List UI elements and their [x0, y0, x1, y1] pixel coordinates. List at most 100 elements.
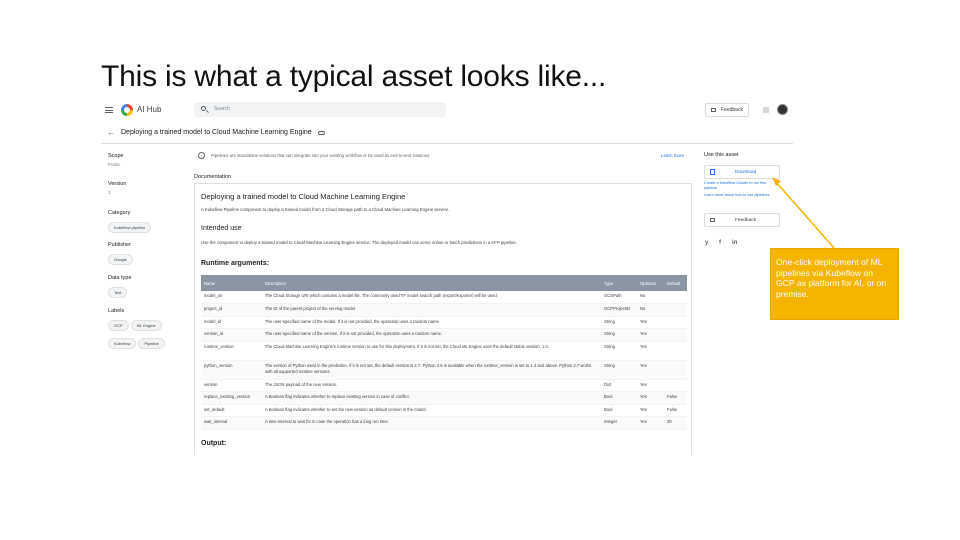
search-input[interactable]: Search — [194, 102, 446, 117]
table-row: replace_existing_version A Boolean flag … — [201, 391, 687, 405]
doc-summary: A Kubeflow Pipeline component to deploy … — [201, 207, 450, 212]
column-header: Default — [664, 275, 687, 291]
category-chip[interactable]: Kubeflow pipeline — [108, 222, 152, 233]
arg-name: model_id — [201, 316, 262, 329]
version-label: Version — [108, 181, 127, 187]
arg-name: version — [201, 379, 262, 392]
arg-optional: No — [637, 303, 664, 317]
scope-label: Scope — [108, 153, 124, 159]
documentation-label: Documentation — [194, 174, 231, 180]
arg-optional: Yes — [637, 341, 664, 361]
table-row: runtime_version The Cloud Machine Learni… — [201, 341, 687, 361]
back-arrow-icon[interactable]: ← — [107, 129, 115, 137]
arg-description: A Boolean flag indicates whether to repl… — [262, 391, 601, 405]
hamburger-menu-icon[interactable] — [105, 107, 113, 113]
ai-hub-screenshot: AI Hub Search Feedback ← Deploying a tra… — [101, 97, 793, 455]
download-icon — [710, 169, 715, 175]
breadcrumb: ← Deploying a trained model to Cloud Mac… — [101, 123, 793, 144]
label-chip[interactable]: Kubeflow — [108, 338, 137, 349]
top-bar: AI Hub Search Feedback — [101, 97, 793, 123]
arg-optional: Yes — [637, 379, 664, 392]
create-cluster-link[interactable]: Create a Kubeflow Cluster to run this pi… — [704, 181, 780, 192]
arg-description: The ID of the parent project of the serv… — [262, 303, 601, 317]
table-row: version The JSON payload of the new Vers… — [201, 379, 687, 392]
arg-type: Bool — [601, 404, 637, 417]
arg-default — [664, 328, 687, 342]
arg-optional: Yes — [637, 360, 664, 380]
callout-box: One-click deployment of ML pipelines via… — [770, 248, 899, 320]
search-placeholder: Search — [214, 106, 230, 112]
page-title: Deploying a trained model to Cloud Machi… — [121, 129, 312, 136]
datatype-section: Data type Text — [108, 275, 178, 299]
scope-section: Scope Public — [108, 153, 178, 167]
datatype-chip[interactable]: Text — [108, 287, 128, 298]
labels-section: Labels GCP ML Engine Kubeflow Pipeline — [108, 308, 178, 350]
arg-type: Integer — [601, 416, 637, 430]
column-header: Type — [601, 275, 637, 291]
arg-type: Bool — [601, 391, 637, 405]
download-button[interactable]: Download — [704, 165, 780, 179]
arg-name: model_uri — [201, 291, 262, 304]
column-header: Optional — [637, 275, 664, 291]
datatype-label: Data type — [108, 275, 132, 281]
table-header-row: Name Description Type Optional Default — [201, 275, 687, 291]
arg-type: String — [601, 328, 637, 342]
runtime-arguments-table: Name Description Type Optional Default m… — [201, 275, 687, 430]
kubeflow-links: Create a Kubeflow Cluster to run this pi… — [704, 181, 780, 198]
arg-default — [664, 291, 687, 304]
category-section: Category Kubeflow pipeline — [108, 210, 178, 234]
runtime-arguments-heading: Runtime arguments: — [201, 260, 270, 267]
feedback-panel-button[interactable]: Feedback — [704, 213, 780, 227]
arg-description: The Cloud Storage URI which contains a m… — [262, 291, 601, 304]
scope-value: Public — [108, 162, 121, 167]
learn-more-link[interactable]: Learn more — [661, 153, 684, 158]
output-heading: Output: — [201, 440, 227, 447]
arg-default: False — [664, 391, 687, 405]
arg-description: The user-specified name of the version. … — [262, 328, 601, 342]
arg-default — [664, 360, 687, 380]
link-icon[interactable] — [318, 131, 325, 135]
table-row: project_id The ID of the parent project … — [201, 303, 687, 317]
doc-heading: Deploying a trained model to Cloud Machi… — [201, 192, 406, 201]
table-row: wait_interval A time-interval to wait fo… — [201, 416, 687, 430]
arg-description: The Cloud Machine Learning Engine's runt… — [262, 341, 601, 361]
arg-name: runtime_version — [201, 341, 262, 361]
intended-use-text: Use the component to deploy a trained mo… — [201, 240, 517, 245]
facebook-icon[interactable]: f — [719, 240, 721, 246]
arg-type: GCPProjectID — [601, 303, 637, 317]
arg-type: String — [601, 360, 637, 380]
arg-default — [664, 316, 687, 329]
arg-name: python_version — [201, 360, 262, 380]
arg-default: 30 — [664, 416, 687, 430]
arg-name: version_id — [201, 328, 262, 342]
feedback-label: Feedback — [721, 107, 743, 113]
label-chip[interactable]: ML Engine — [130, 320, 162, 331]
feedback-button[interactable]: Feedback — [705, 103, 749, 117]
linkedin-icon[interactable]: in — [732, 240, 737, 246]
ai-hub-logo-icon — [121, 104, 133, 116]
table-row: model_uri The Cloud Storage URI which co… — [201, 291, 687, 304]
feedback-panel-label: Feedback — [735, 218, 757, 223]
learn-pipelines-link[interactable]: Learn more about how to use pipelines — [704, 193, 780, 198]
arg-optional: Yes — [637, 316, 664, 329]
arg-optional: Yes — [637, 391, 664, 405]
arg-optional: Yes — [637, 328, 664, 342]
arg-description: A time-interval to wait for in case the … — [262, 416, 601, 430]
app-name[interactable]: AI Hub — [137, 105, 161, 114]
banner-text: Pipelines are standalone solutions that … — [211, 153, 430, 158]
search-icon — [201, 106, 206, 111]
version-value: 1 — [108, 190, 111, 195]
twitter-icon[interactable]: y — [705, 240, 708, 246]
label-chip[interactable]: Pipeline — [138, 338, 165, 349]
avatar[interactable] — [777, 104, 788, 115]
labels-label: Labels — [108, 308, 125, 314]
column-header: Name — [201, 275, 262, 291]
arg-type: GCSPath — [601, 291, 637, 304]
apps-grid-icon[interactable] — [763, 107, 769, 113]
label-chip[interactable]: GCP — [108, 320, 129, 331]
arg-description: The JSON payload of the new Version. — [262, 379, 601, 392]
publisher-label: Publisher — [108, 242, 131, 248]
arg-name: wait_interval — [201, 416, 262, 430]
arg-description: A Boolean flag indicates whether to set … — [262, 404, 601, 417]
publisher-chip[interactable]: Google — [108, 254, 133, 265]
